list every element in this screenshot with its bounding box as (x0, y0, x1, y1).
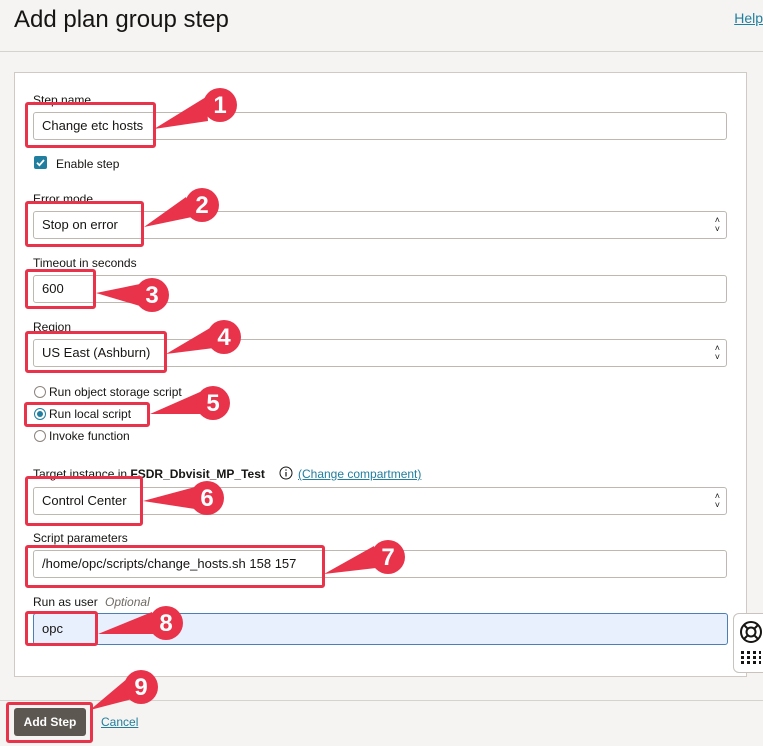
radio-invoke-function-label: Invoke function (49, 429, 130, 443)
svg-text:6: 6 (200, 485, 213, 512)
help-ring-icon (740, 621, 762, 643)
select-arrows-icon: ˄ ˅ (714, 491, 720, 510)
select-arrows-icon: ˄ ˅ (714, 343, 720, 362)
svg-text:8: 8 (159, 610, 172, 637)
callout-6: 6 (143, 481, 224, 515)
page-title: Add plan group step (14, 6, 229, 33)
highlight-box-9 (6, 702, 93, 743)
timeout-label: Timeout in seconds (33, 256, 137, 270)
select-arrows-icon: ˄ ˅ (714, 215, 720, 234)
highlight-box-6 (25, 476, 143, 526)
script-parameters-label: Script parameters (33, 531, 128, 545)
checkbox-checked-icon (36, 159, 45, 167)
svg-text:9: 9 (134, 674, 147, 701)
callout-2: 2 (144, 188, 219, 227)
highlight-box-2 (25, 201, 144, 247)
highlight-box-7 (25, 545, 325, 588)
grid-dots-icon (741, 651, 761, 664)
callout-8: 8 (98, 606, 183, 640)
highlight-box-8 (25, 611, 98, 646)
run-as-user-label-text: Run as user (33, 595, 98, 609)
help-widget[interactable] (733, 613, 763, 673)
highlight-box-1 (25, 102, 156, 148)
help-link[interactable]: Help (734, 10, 763, 26)
svg-text:5: 5 (206, 390, 219, 417)
radio-invoke-function[interactable] (34, 430, 46, 442)
highlight-box-4 (25, 331, 167, 373)
svg-text:7: 7 (381, 544, 394, 571)
highlight-box-5 (24, 402, 150, 427)
callout-1: 1 (154, 88, 237, 129)
svg-text:2: 2 (195, 192, 208, 219)
svg-text:4: 4 (217, 324, 231, 351)
change-compartment-link[interactable]: (Change compartment) (298, 467, 421, 481)
callout-3: 3 (96, 278, 169, 312)
svg-text:1: 1 (213, 92, 226, 119)
callout-5: 5 (150, 386, 230, 420)
callout-7: 7 (324, 540, 405, 574)
cancel-link[interactable]: Cancel (101, 715, 138, 729)
enable-step-label: Enable step (56, 157, 120, 171)
callout-9: 9 (90, 670, 158, 710)
info-icon[interactable] (279, 466, 293, 480)
radio-object-storage-script[interactable] (34, 386, 46, 398)
svg-text:3: 3 (145, 282, 158, 309)
highlight-box-3 (25, 269, 96, 309)
page-header: Add plan group step Help (0, 0, 763, 52)
enable-step-checkbox[interactable] (34, 156, 47, 169)
callout-4: 4 (166, 320, 241, 354)
